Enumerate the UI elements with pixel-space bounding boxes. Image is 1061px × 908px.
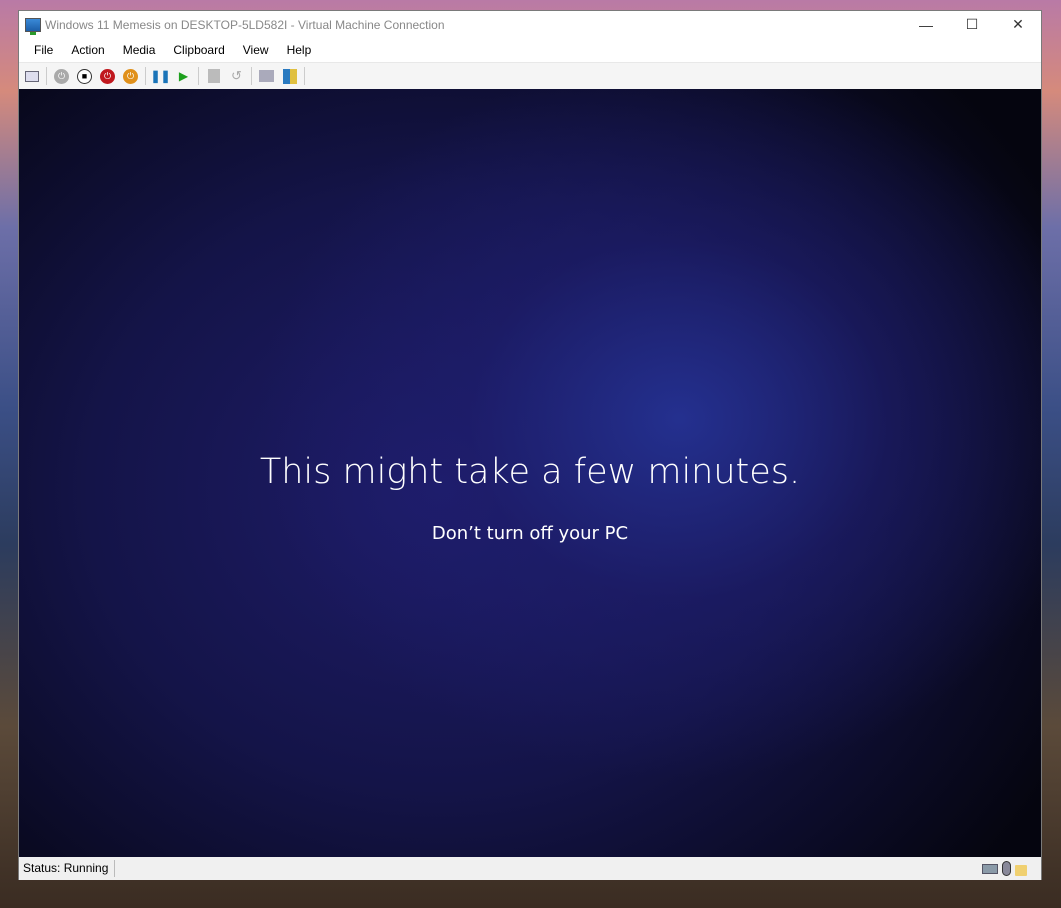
start-button[interactable]: ⏻ — [53, 68, 70, 85]
toolbar-separator — [251, 67, 252, 85]
menu-clipboard[interactable]: Clipboard — [164, 43, 233, 57]
keyboard-icon — [24, 70, 39, 82]
checkpoint-button[interactable] — [205, 68, 222, 85]
setup-subheading: Don’t turn off your PC — [431, 523, 629, 544]
pause-button[interactable]: ❚❚ — [150, 68, 171, 85]
pause-icon: ❚❚ — [150, 69, 171, 83]
title-bar: Windows 11 Memesis on DESKTOP-5LD582I - … — [19, 11, 1041, 38]
toolbar-separator — [198, 67, 199, 85]
setup-heading: This might take a few minutes. — [259, 452, 801, 492]
vm-display[interactable]: This might take a few minutes. Don’t tur… — [19, 89, 1041, 857]
toolbar: ⏻ ■ ⏻ ⏻ ❚❚ ▶ ↺ — [19, 62, 1041, 89]
menu-file[interactable]: File — [25, 43, 62, 57]
keyboard-icon — [982, 863, 998, 874]
ctrl-alt-del-button[interactable] — [23, 68, 40, 85]
enhanced-session-button[interactable] — [258, 68, 275, 85]
toolbar-separator — [304, 67, 305, 85]
share-button[interactable] — [281, 68, 298, 85]
share-icon — [282, 68, 297, 84]
save-state-icon: ⏻ — [123, 68, 138, 84]
toolbar-separator — [145, 67, 146, 85]
shutdown-icon: ⏻ — [100, 68, 115, 84]
vm-connection-window: Windows 11 Memesis on DESKTOP-5LD582I - … — [18, 10, 1042, 880]
revert-button[interactable]: ↺ — [228, 68, 245, 85]
status-text: Status: Running — [19, 860, 116, 877]
toolbar-separator — [46, 67, 47, 85]
vm-app-icon — [25, 17, 41, 35]
window-title: Windows 11 Memesis on DESKTOP-5LD582I - … — [45, 17, 445, 32]
close-button[interactable]: ✕ — [995, 16, 1041, 33]
save-button[interactable]: ⏻ — [122, 68, 139, 85]
minimize-button[interactable]: — — [903, 17, 949, 33]
lock-icon — [1015, 865, 1027, 876]
menu-action[interactable]: Action — [62, 43, 113, 57]
undo-icon: ↺ — [231, 68, 242, 83]
play-icon: ▶ — [178, 69, 189, 83]
menu-view[interactable]: View — [234, 43, 278, 57]
maximize-button[interactable]: ☐ — [949, 16, 995, 33]
shut-down-button[interactable]: ⏻ — [99, 68, 116, 85]
status-bar: Status: Running — [19, 857, 1041, 880]
menu-bar: File Action Media Clipboard View Help — [19, 38, 1041, 62]
menu-media[interactable]: Media — [114, 43, 165, 57]
menu-help[interactable]: Help — [278, 43, 321, 57]
stop-icon: ■ — [77, 68, 92, 84]
checkpoint-icon — [207, 69, 220, 83]
mouse-icon — [1002, 861, 1011, 876]
resume-button[interactable]: ▶ — [175, 68, 192, 85]
power-icon: ⏻ — [54, 68, 69, 84]
monitor-icon — [259, 70, 274, 82]
turn-off-button[interactable]: ■ — [76, 68, 93, 85]
